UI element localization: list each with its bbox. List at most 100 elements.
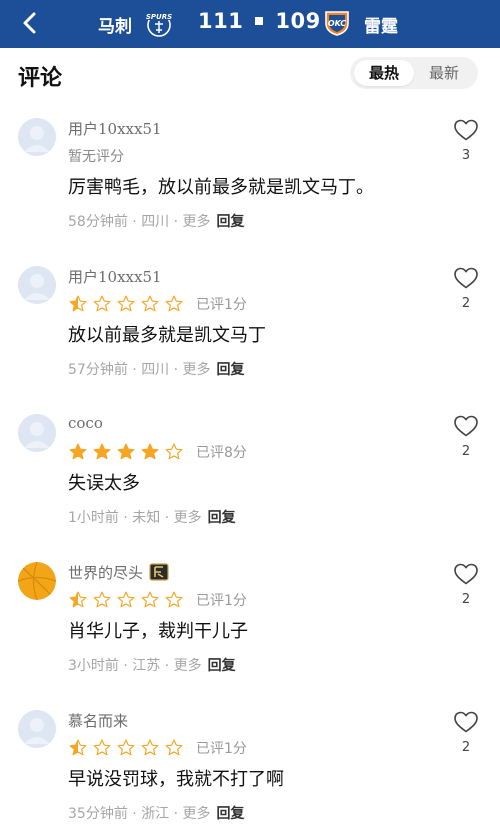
username-text[interactable]: 世界的尽头 xyxy=(68,564,143,582)
like-heart-icon[interactable] xyxy=(453,562,479,586)
username-text[interactable]: coco xyxy=(68,414,103,432)
star-empty-icon xyxy=(165,295,183,312)
comment-meta: 1小时前 · 未知 · 更多 回复 xyxy=(68,507,236,527)
reply-button[interactable]: 回复 xyxy=(208,658,236,674)
more-link[interactable]: 更多 xyxy=(183,214,211,230)
username-text[interactable]: 慕名而来 xyxy=(68,712,128,730)
username-text[interactable]: 用户10xxx51 xyxy=(68,120,162,138)
comment-username[interactable]: 慕名而来 xyxy=(68,710,128,731)
comment-location: 浙江 xyxy=(141,806,170,822)
star-full-icon xyxy=(141,443,159,460)
comment-text[interactable]: 失误太多 xyxy=(68,469,140,495)
spurs-logo-text: SPURS xyxy=(146,13,172,21)
comment-item: 用户10xxx51 已评1分放以前最多就是凯文马丁 57分钟前 · 四川 · 更多回… xyxy=(0,266,500,414)
comment-username[interactable]: 用户10xxx51 xyxy=(68,118,162,139)
meta-separator: · xyxy=(118,658,133,674)
username-text[interactable]: 用户10xxx51 xyxy=(68,268,162,286)
no-rating-label: 暂无评分 xyxy=(68,149,124,165)
star-empty-icon xyxy=(117,295,135,312)
like-count: 2 xyxy=(461,592,471,607)
back-arrow-icon[interactable] xyxy=(18,10,44,36)
reply-button[interactable]: 回复 xyxy=(217,806,245,822)
comment-username[interactable]: coco xyxy=(68,414,103,432)
tab-newest[interactable]: 最新 xyxy=(414,60,474,86)
reply-button[interactable]: 回复 xyxy=(208,510,236,526)
rating-score-text: 已评1分 xyxy=(196,297,247,313)
like-heart-icon[interactable] xyxy=(453,266,479,290)
tab-hottest[interactable]: 最热 xyxy=(354,60,414,86)
user-avatar[interactable] xyxy=(18,266,56,304)
comment-username[interactable]: 用户10xxx51 xyxy=(68,266,162,287)
comment-text[interactable]: 厉害鸭毛，放以前最多就是凯文马丁。 xyxy=(68,173,374,199)
comment-text[interactable]: 放以前最多就是凯文马丁 xyxy=(68,321,266,347)
user-avatar[interactable] xyxy=(18,414,56,452)
more-link[interactable]: 更多 xyxy=(183,806,211,822)
like-count: 2 xyxy=(461,296,471,311)
user-avatar[interactable] xyxy=(18,710,56,748)
star-empty-icon xyxy=(141,591,159,608)
away-team-name[interactable]: 雷霆 xyxy=(364,12,398,37)
comment-location: 未知 xyxy=(132,510,161,526)
away-score: 109 xyxy=(275,9,321,33)
comment-meta: 57分钟前 · 四川 · 更多 回复 xyxy=(68,359,245,379)
star-empty-icon xyxy=(117,591,135,608)
rating-row: 暂无评分 xyxy=(68,146,124,166)
game-header: 马刺 SPURS 111 109 OKC 雷霆 xyxy=(0,0,500,48)
comment-text[interactable]: 肖华儿子，裁判干儿子 xyxy=(68,617,248,643)
comment-location: 四川 xyxy=(141,362,170,378)
star-full-icon xyxy=(117,443,135,460)
basketball-avatar-icon xyxy=(18,562,56,600)
comment-text[interactable]: 早说没罚球，我就不打了啊 xyxy=(68,765,284,791)
like-heart-icon[interactable] xyxy=(453,118,479,142)
user-avatar[interactable] xyxy=(18,118,56,156)
like-heart-icon[interactable] xyxy=(453,710,479,734)
reply-button[interactable]: 回复 xyxy=(217,362,245,378)
more-link[interactable]: 更多 xyxy=(174,658,202,674)
like-count: 2 xyxy=(461,740,471,755)
comment-username[interactable]: 世界的尽头 xyxy=(68,562,169,583)
default-avatar-icon xyxy=(18,710,56,748)
comment-location: 江苏 xyxy=(132,658,161,674)
default-avatar-icon xyxy=(18,414,56,452)
meta-separator: · xyxy=(160,510,174,526)
more-link[interactable]: 更多 xyxy=(174,510,202,526)
spurs-logo-icon[interactable]: SPURS xyxy=(144,8,174,38)
more-link[interactable]: 更多 xyxy=(183,362,211,378)
star-empty-icon xyxy=(165,739,183,756)
like-heart-icon[interactable] xyxy=(453,414,479,438)
default-avatar-icon xyxy=(18,118,56,156)
like-count: 2 xyxy=(461,444,471,459)
comment-time: 1小时前 xyxy=(68,510,119,526)
rating-row: 已评1分 xyxy=(68,294,247,314)
home-score: 111 xyxy=(198,9,244,33)
meta-separator: · xyxy=(127,214,142,230)
star-half-icon xyxy=(69,591,87,608)
meta-separator: · xyxy=(169,806,183,822)
rating-score-text: 已评1分 xyxy=(196,741,247,757)
meta-separator: · xyxy=(118,510,133,526)
comment-meta: 58分钟前 · 四川 · 更多 回复 xyxy=(68,211,245,231)
user-avatar[interactable] xyxy=(18,562,56,600)
okc-logo-icon[interactable]: OKC xyxy=(322,7,352,37)
meta-separator: · xyxy=(127,806,142,822)
comment-time: 57分钟前 xyxy=(68,362,128,378)
star-empty-icon xyxy=(141,739,159,756)
star-full-icon xyxy=(93,443,111,460)
comment-item: 用户10xxx51 暂无评分厉害鸭毛，放以前最多就是凯文马丁。 58分钟前 · 四川… xyxy=(0,118,500,266)
comment-time: 35分钟前 xyxy=(68,806,128,822)
like-count: 3 xyxy=(461,148,471,163)
comment-meta: 3小时前 · 江苏 · 更多 回复 xyxy=(68,655,236,675)
comment-meta: 35分钟前 · 浙江 · 更多 回复 xyxy=(68,803,245,823)
star-empty-icon xyxy=(93,295,111,312)
rating-row: 已评1分 xyxy=(68,590,247,610)
meta-separator: · xyxy=(169,214,183,230)
reply-button[interactable]: 回复 xyxy=(217,214,245,230)
comment-time: 3小时前 xyxy=(68,658,119,674)
user-level-badge-icon xyxy=(149,563,169,581)
scoreboard: 111 109 xyxy=(198,9,321,33)
okc-logo-text: OKC xyxy=(328,19,346,28)
star-empty-icon xyxy=(165,443,183,460)
home-team-name[interactable]: 马刺 xyxy=(98,12,132,37)
comment-item: 世界的尽头已评1分肖华儿子，裁判干儿子 3小时前 · 江苏 · 更多 回复 2 xyxy=(0,562,500,710)
rating-row: 已评1分 xyxy=(68,738,247,758)
